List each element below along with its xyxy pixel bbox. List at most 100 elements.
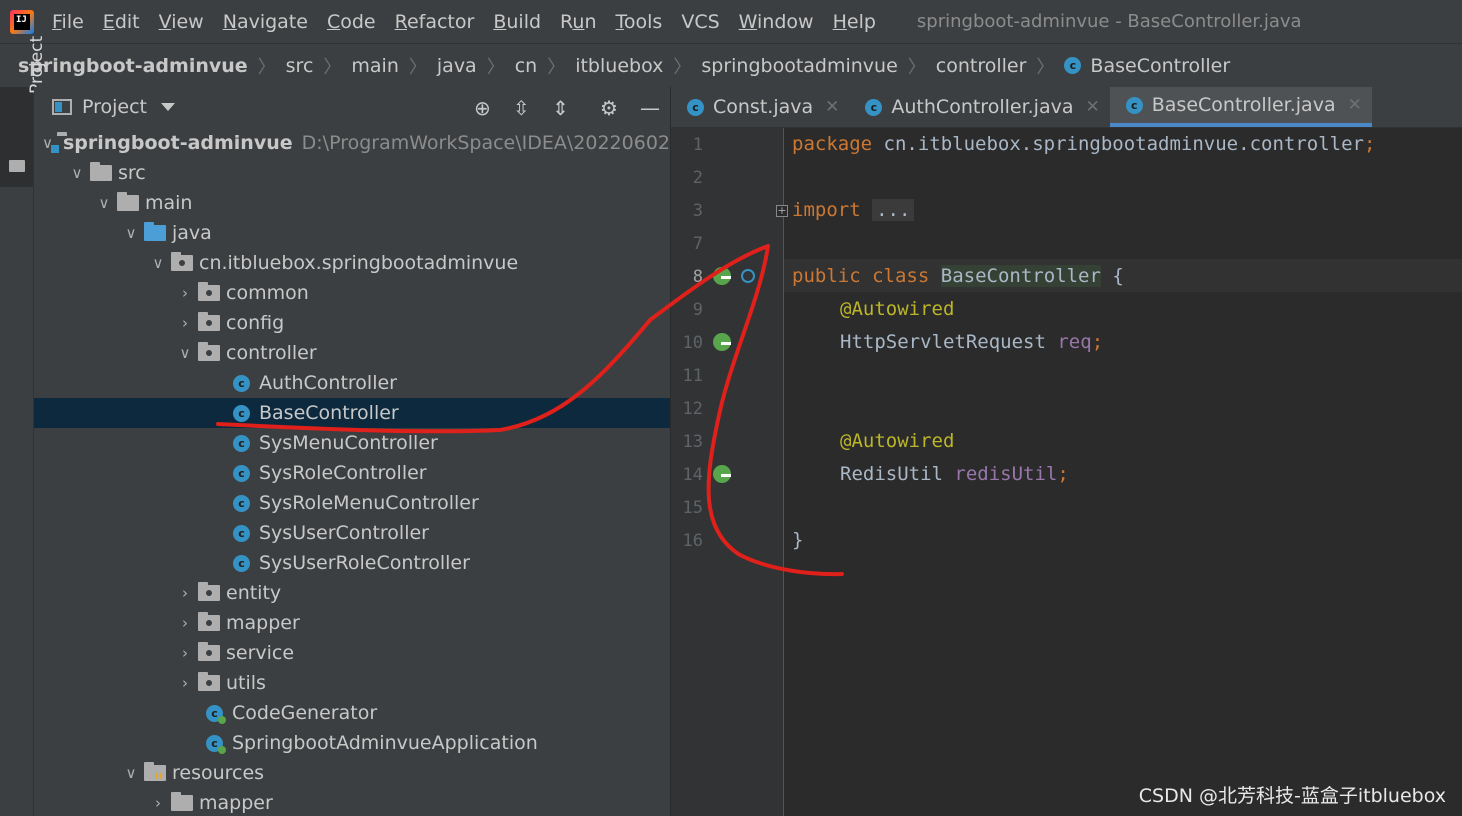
mnemonic-letter: F [52, 10, 62, 33]
menu-file[interactable]: File [52, 11, 84, 33]
tree-item-project-root[interactable]: ∨ springboot-adminvue D:\ProgramWorkSpac… [34, 128, 670, 158]
tree-item-java[interactable]: ∨ java [34, 218, 670, 248]
chevron-right-icon[interactable]: › [176, 644, 194, 662]
menu-bar: IJ File Edit View Navigate Code Refactor… [0, 0, 1462, 43]
menu-navigate[interactable]: Navigate [223, 11, 308, 33]
java-class-icon: c [1064, 57, 1082, 74]
breadcrumb-item-itbluebox[interactable]: itbluebox [575, 55, 663, 77]
tab-basecontroller-java[interactable]: c BaseController.java ✕ [1109, 87, 1372, 127]
tree-item-resources-mapper[interactable]: › mapper [34, 788, 670, 816]
breadcrumb-item-main[interactable]: main [351, 55, 398, 77]
folded-imports[interactable]: ... [872, 199, 915, 221]
gear-icon[interactable]: ⚙ [600, 96, 618, 120]
close-icon[interactable]: ✕ [1086, 97, 1100, 117]
tree-item-resources[interactable]: ∨ resources [34, 758, 670, 788]
tree-item-authcontroller[interactable]: c AuthController [34, 368, 670, 398]
chevron-right-icon[interactable]: › [176, 314, 194, 332]
expand-all-icon[interactable]: ⇳ [513, 96, 530, 120]
chevron-right-icon[interactable]: › [176, 584, 194, 602]
close-icon[interactable]: ✕ [825, 97, 839, 117]
menu-edit[interactable]: Edit [103, 11, 140, 33]
breadcrumb-item-controller[interactable]: controller [936, 55, 1027, 77]
tree-item-service[interactable]: › service [34, 638, 670, 668]
chevron-down-icon[interactable]: ∨ [95, 194, 113, 212]
breadcrumb-item-project[interactable]: springboot-adminvue [18, 55, 248, 77]
menu-vcs[interactable]: VCS [681, 11, 719, 33]
chevron-down-icon[interactable]: ∨ [68, 164, 86, 182]
source-folder-icon [144, 222, 166, 241]
breadcrumb-item-java[interactable]: java [437, 55, 477, 77]
chevron-down-icon[interactable]: ∨ [149, 254, 167, 272]
tree-item-sysusercontroller[interactable]: c SysUserController [34, 518, 670, 548]
project-stripe-button[interactable] [0, 87, 33, 187]
autowired-bean-icon[interactable] [713, 465, 731, 483]
tree-item-entity[interactable]: › entity [34, 578, 670, 608]
tab-const-java[interactable]: c Const.java ✕ [671, 87, 849, 127]
class-name: BaseController [940, 265, 1101, 287]
tree-item-main[interactable]: ∨ main [34, 188, 670, 218]
fold-expand-icon[interactable]: + [776, 205, 788, 217]
tree-item-root-package[interactable]: ∨ cn.itbluebox.springbootadminvue [34, 248, 670, 278]
autowired-bean-icon[interactable] [713, 333, 731, 351]
chevron-down-icon[interactable]: ∨ [122, 764, 140, 782]
keyword: package [792, 133, 873, 155]
java-class-icon: c [233, 404, 250, 422]
tab-authcontroller-java[interactable]: c AuthController.java ✕ [849, 87, 1109, 127]
implemented-by-icon[interactable] [741, 269, 755, 283]
menu-build[interactable]: Build [493, 11, 541, 33]
chevron-down-icon[interactable]: ∨ [122, 224, 140, 242]
tree-item-label: service [226, 642, 295, 664]
menu-refactor[interactable]: Refactor [395, 11, 475, 33]
tree-item-basecontroller[interactable]: c BaseController [34, 398, 670, 428]
package-icon [198, 612, 220, 631]
tree-item-sysrolecontroller[interactable]: c SysRoleController [34, 458, 670, 488]
java-class-icon: c [233, 494, 250, 512]
menu-tools[interactable]: Tools [616, 11, 663, 33]
tree-item-codegenerator[interactable]: c CodeGenerator [34, 698, 670, 728]
tree-item-mapper[interactable]: › mapper [34, 608, 670, 638]
chevron-right-icon[interactable]: › [176, 284, 194, 302]
menu-window[interactable]: Window [739, 11, 814, 33]
mnemonic-letter: W [738, 10, 758, 33]
chevron-right-icon: 〉 [907, 56, 926, 78]
menu-view[interactable]: View [159, 11, 204, 33]
tree-item-sysuserrolecontroller[interactable]: c SysUserRoleController [34, 548, 670, 578]
project-panel-title[interactable]: Project [82, 96, 147, 118]
chevron-down-icon[interactable]: ∨ [176, 344, 194, 362]
locate-target-icon[interactable]: ⊕ [474, 96, 491, 120]
tool-window-stripe [0, 87, 34, 816]
project-stripe-label[interactable]: Project [27, 36, 47, 94]
tab-label: AuthController.java [891, 96, 1074, 118]
code-line-10: HttpServletRequest req; [840, 331, 1103, 353]
tree-item-config[interactable]: › config [34, 308, 670, 338]
breadcrumb-item-springbootadminvue[interactable]: springbootadminvue [701, 55, 897, 77]
tree-item-src[interactable]: ∨ src [34, 158, 670, 188]
chevron-right-icon[interactable]: › [176, 674, 194, 692]
editor-tab-bar: c Const.java ✕ c AuthController.java ✕ c… [671, 87, 1462, 128]
intellij-logo-icon[interactable]: IJ [10, 9, 34, 34]
tree-item-sysrolemenucontroller[interactable]: c SysRoleMenuController [34, 488, 670, 518]
tree-item-controller[interactable]: ∨ controller [34, 338, 670, 368]
tree-item-application[interactable]: c SpringbootAdminvueApplication [34, 728, 670, 758]
breadcrumb-item-basecontroller[interactable]: c BaseController [1064, 55, 1230, 77]
package-icon [198, 582, 220, 601]
chevron-down-icon[interactable] [161, 103, 176, 111]
tree-item-common[interactable]: › common [34, 278, 670, 308]
code-line-1: package cn.itbluebox.springbootadminvue.… [792, 133, 1375, 155]
tree-item-utils[interactable]: › utils [34, 668, 670, 698]
breadcrumb-item-src[interactable]: src [286, 55, 314, 77]
spring-bean-icon[interactable] [713, 267, 731, 285]
collapse-all-icon[interactable]: ⇕ [552, 96, 569, 120]
close-icon[interactable]: ✕ [1348, 95, 1362, 115]
chevron-right-icon[interactable]: › [149, 794, 167, 812]
menu-help[interactable]: Help [833, 11, 876, 33]
menu-run[interactable]: Run [560, 11, 596, 33]
breadcrumb-item-cn[interactable]: cn [515, 55, 538, 77]
menu-code[interactable]: Code [327, 11, 376, 33]
semicolon: ; [1363, 133, 1376, 155]
package-icon [198, 282, 220, 301]
tree-item-label: SysRoleController [259, 462, 427, 484]
tree-item-sysmenucontroller[interactable]: c SysMenuController [34, 428, 670, 458]
chevron-right-icon[interactable]: › [176, 614, 194, 632]
minimize-icon[interactable]: — [640, 96, 660, 120]
